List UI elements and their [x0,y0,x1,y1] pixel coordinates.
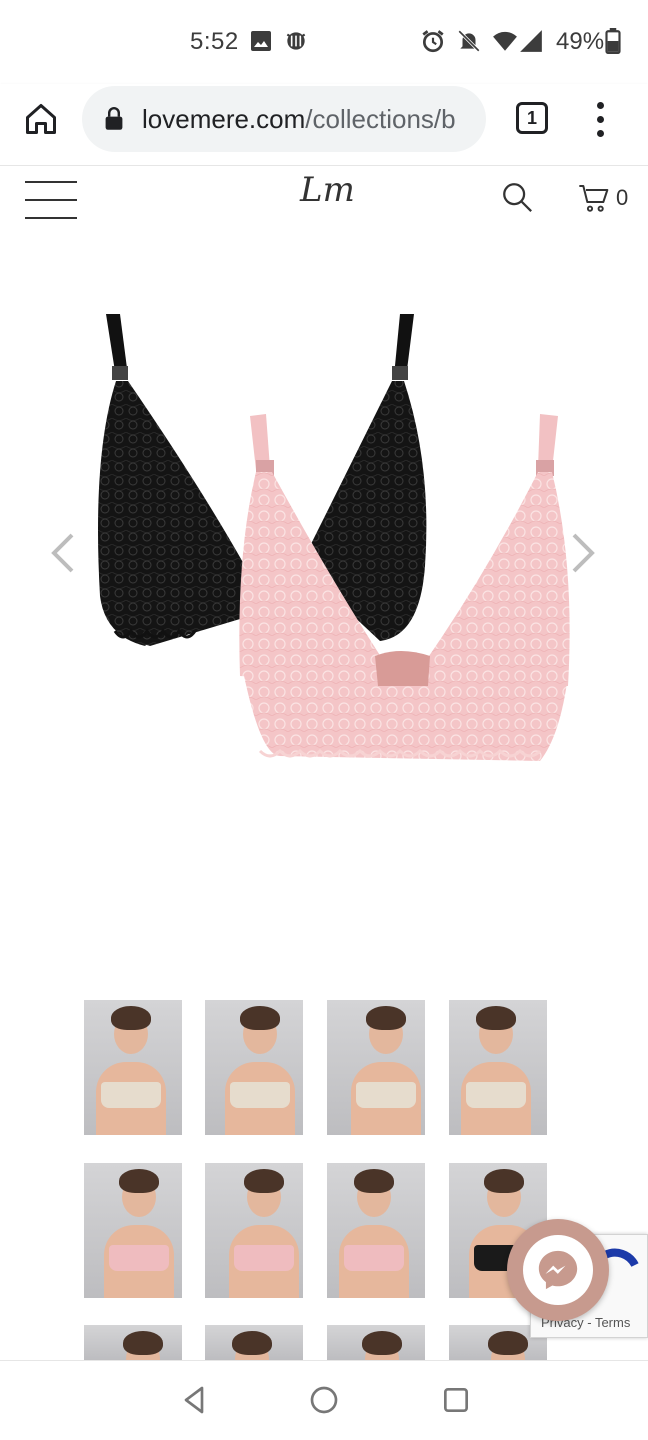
search-button[interactable] [500,180,534,219]
thumbnail-item[interactable] [449,1000,547,1135]
android-nav-bar [0,1360,648,1440]
battery-percent: 49% [556,28,605,55]
battery-icon [600,28,626,54]
site-header: Lm 0 [0,166,648,236]
thumbnail-item[interactable] [84,1000,182,1135]
url-domain: lovemere.com [142,104,306,134]
search-icon [503,183,532,212]
home-nav-button[interactable] [308,1383,340,1422]
home-circle-icon [310,1386,338,1414]
terms-link[interactable]: Terms [595,1315,630,1330]
messenger-icon [538,1250,578,1290]
prev-image-button[interactable] [44,531,80,575]
cart-count: 0 [616,185,629,210]
thumbnail-item[interactable] [327,1325,425,1360]
menu-dot [596,129,604,137]
status-time: 5:52 [190,28,239,55]
thumbnail-item[interactable] [84,1325,182,1360]
messenger-chat-button[interactable] [507,1219,609,1321]
wifi-icon [492,28,518,54]
status-bar: 5:52 49% [0,0,648,84]
cart-button[interactable]: 0 [578,182,628,214]
menu-dot [596,115,604,123]
lock-icon [104,107,124,136]
browser-toolbar: lovemere.com/collections/b 1 [0,84,648,166]
thumbnail-item[interactable] [84,1163,182,1298]
back-icon [184,1386,204,1414]
next-image-button[interactable] [566,531,602,575]
chevron-right-icon [572,533,595,573]
url-text: lovemere.com/collections/b [142,104,456,135]
thumbnail-item[interactable] [205,1000,303,1135]
cart-icon [579,185,609,212]
chevron-left-icon [51,533,74,573]
thumbnail-item[interactable] [327,1163,425,1298]
tab-switcher-button[interactable]: 1 [516,102,548,134]
alarm-icon [420,28,446,54]
mute-icon [456,28,482,54]
image-icon [248,28,274,54]
signal-icon [518,28,544,54]
notification-icon [283,28,309,54]
url-path: /collections/b [305,104,456,134]
recents-icon [444,1388,468,1412]
thumbnail-item[interactable] [327,1000,425,1135]
browser-menu-button[interactable] [588,98,612,140]
thumbnail-item[interactable] [205,1163,303,1298]
recaptcha-separator: - [583,1315,595,1330]
thumbnail-item[interactable] [205,1325,303,1360]
site-logo[interactable]: Lm [300,170,355,210]
home-button[interactable] [20,98,62,140]
messenger-bubble [523,1235,593,1305]
menu-icon[interactable] [25,181,77,219]
recents-button[interactable] [440,1383,472,1422]
product-image [98,314,570,761]
product-gallery[interactable] [0,236,648,966]
home-icon [26,104,56,134]
url-bar[interactable]: lovemere.com/collections/b [82,86,486,152]
back-button[interactable] [178,1383,210,1422]
menu-dot [596,101,604,109]
